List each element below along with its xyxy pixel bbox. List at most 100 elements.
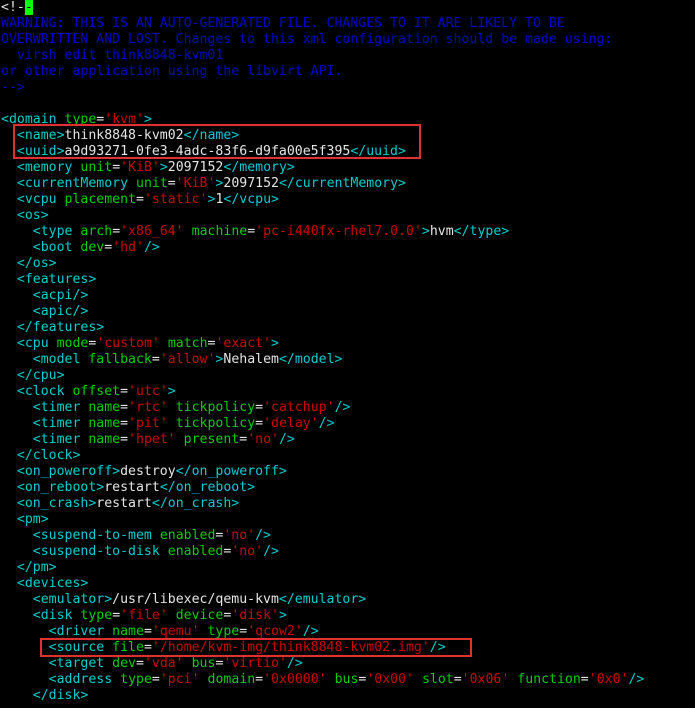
punctuation-token: = bbox=[143, 640, 152, 655]
xml-text-token: a9d93271-0fe3-4adc-83f6-d9fa00e5f395 bbox=[64, 144, 351, 159]
comment-token: or other application using the libvirt A… bbox=[1, 64, 343, 79]
code-line[interactable] bbox=[0, 96, 695, 112]
xml-tag-token: <suspend-to-mem bbox=[32, 528, 152, 543]
xml-attribute-name-token: slot bbox=[421, 672, 454, 687]
punctuation-token: = bbox=[255, 416, 264, 431]
code-line[interactable]: <boot dev='hd'/> bbox=[0, 240, 695, 256]
xml-code-area[interactable]: <!-- WARNING: THIS IS AN AUTO-GENERATED F… bbox=[0, 0, 695, 704]
code-line[interactable]: <emulator>/usr/libexec/qemu-kvm</emulato… bbox=[0, 592, 695, 608]
code-line[interactable]: <features> bbox=[0, 272, 695, 288]
code-line[interactable]: </disk> bbox=[0, 688, 695, 704]
code-line[interactable]: or other application using the libvirt A… bbox=[0, 64, 695, 80]
xml-attribute-value-token: 'pc-i440fx-rhel7.0.0' bbox=[255, 224, 422, 239]
code-line[interactable]: <target dev='vda' bus='virtio'/> bbox=[0, 656, 695, 672]
code-line[interactable]: </pm> bbox=[0, 560, 695, 576]
text-cursor[interactable]: - bbox=[24, 0, 34, 15]
code-line[interactable]: <on_reboot>restart</on_reboot> bbox=[0, 480, 695, 496]
code-line[interactable]: <suspend-to-disk enabled='no'/> bbox=[0, 544, 695, 560]
xml-text-token: 2097152 bbox=[223, 176, 279, 191]
code-line[interactable]: <timer name='rtc' tickpolicy='catchup'/> bbox=[0, 400, 695, 416]
code-line[interactable]: <uuid>a9d93271-0fe3-4adc-83f6-d9fa00e5f3… bbox=[0, 144, 695, 160]
xml-tag-token: <on_crash> bbox=[16, 496, 97, 511]
code-line[interactable]: <vcpu placement='static'>1</vcpu> bbox=[0, 192, 695, 208]
code-line[interactable]: <devices> bbox=[0, 576, 695, 592]
punctuation-token bbox=[49, 336, 57, 351]
code-line[interactable]: <timer name='hpet' present='no'/> bbox=[0, 432, 695, 448]
code-line[interactable]: <source file='/home/kvm-img/think8848-kv… bbox=[0, 640, 695, 656]
punctuation-token bbox=[1, 400, 33, 415]
punctuation-token bbox=[1, 640, 49, 655]
punctuation-token bbox=[168, 416, 176, 431]
code-line[interactable]: <cpu mode='custom' match='exact'> bbox=[0, 336, 695, 352]
xml-tag-token: </features> bbox=[16, 320, 105, 335]
punctuation-token bbox=[57, 112, 65, 127]
xml-tag-token: <emulator> bbox=[32, 592, 113, 607]
code-line[interactable]: <on_poweroff>destroy</on_poweroff> bbox=[0, 464, 695, 480]
xml-attribute-value-token: 'file' bbox=[120, 608, 168, 623]
xml-attribute-name-token: function bbox=[517, 672, 581, 687]
code-line[interactable]: <memory unit='KiB'>2097152</memory> bbox=[0, 160, 695, 176]
terminal-window[interactable]: <!-- WARNING: THIS IS AN AUTO-GENERATED F… bbox=[0, 0, 695, 708]
code-line[interactable]: <!-- bbox=[0, 0, 695, 16]
xml-attribute-value-token: 'no' bbox=[223, 528, 256, 543]
xml-attribute-value-token: 'no' bbox=[231, 544, 264, 559]
code-line[interactable]: <pm> bbox=[0, 512, 695, 528]
code-line[interactable]: <address type='pci' domain='0x0000' bus=… bbox=[0, 672, 695, 688]
comment-token: OVERWRITTEN AND LOST. Changes to this xm… bbox=[1, 32, 613, 47]
xml-attribute-value-token: '0x0000' bbox=[263, 672, 327, 687]
code-line[interactable]: virsh edit think8848-kvm01 bbox=[0, 48, 695, 64]
xml-attribute-name-token: unit bbox=[80, 160, 113, 175]
code-line[interactable]: <model fallback='allow'>Nehalem</model> bbox=[0, 352, 695, 368]
code-line[interactable]: </clock> bbox=[0, 448, 695, 464]
punctuation-token bbox=[1, 672, 49, 687]
xml-tag-token: <cpu bbox=[16, 336, 49, 351]
xml-attribute-value-token: 'rtc' bbox=[128, 400, 168, 415]
xml-text-token: 2097152 bbox=[167, 160, 224, 175]
xml-tag-token: </clock> bbox=[16, 448, 81, 463]
code-line[interactable]: <clock offset='utc'> bbox=[0, 384, 695, 400]
xml-tag-token: > bbox=[143, 112, 152, 127]
code-line[interactable]: OVERWRITTEN AND LOST. Changes to this xm… bbox=[0, 32, 695, 48]
xml-attribute-name-token: mode bbox=[56, 336, 89, 351]
xml-tag-token: /> bbox=[628, 672, 645, 687]
code-line[interactable]: </features> bbox=[0, 320, 695, 336]
xml-attribute-name-token: machine bbox=[191, 224, 248, 239]
xml-tag-token: <acpi/> bbox=[32, 288, 89, 303]
code-line[interactable]: <driver name='qemu' type='qcow2'/> bbox=[0, 624, 695, 640]
code-line[interactable]: </cpu> bbox=[0, 368, 695, 384]
code-line[interactable]: <timer name='pit' tickpolicy='delay'/> bbox=[0, 416, 695, 432]
code-line[interactable]: <apic/> bbox=[0, 304, 695, 320]
punctuation-token bbox=[1, 688, 33, 703]
code-line[interactable]: WARNING: THIS IS AN AUTO-GENERATED FILE.… bbox=[0, 16, 695, 32]
xml-attribute-name-token: enabled bbox=[167, 544, 224, 559]
punctuation-token bbox=[1, 320, 17, 335]
xml-tag-token: </on_poweroff> bbox=[175, 464, 287, 479]
code-line[interactable]: --> bbox=[0, 80, 695, 96]
code-line[interactable]: <os> bbox=[0, 208, 695, 224]
punctuation-token bbox=[1, 272, 17, 287]
punctuation-token bbox=[1, 416, 33, 431]
code-line[interactable]: <acpi/> bbox=[0, 288, 695, 304]
xml-tag-token: <name> bbox=[16, 128, 65, 143]
punctuation-token: = bbox=[167, 176, 176, 191]
xml-attribute-value-token: 'static' bbox=[143, 192, 208, 207]
xml-attribute-name-token: fallback bbox=[88, 352, 152, 367]
code-line[interactable]: <type arch='x86_64' machine='pc-i440fx-r… bbox=[0, 224, 695, 240]
punctuation-token: = bbox=[255, 400, 264, 415]
xml-text-token: restart bbox=[96, 496, 152, 511]
xml-attribute-value-token: 'x86_64' bbox=[120, 224, 184, 239]
xml-text-token: destroy bbox=[120, 464, 176, 479]
code-line[interactable]: <on_crash>restart</on_crash> bbox=[0, 496, 695, 512]
code-line[interactable]: </os> bbox=[0, 256, 695, 272]
code-line[interactable]: <disk type='file' device='disk'> bbox=[0, 608, 695, 624]
xml-tag-token: <on_poweroff> bbox=[16, 464, 121, 479]
code-line[interactable]: <name>think8848-kvm02</name> bbox=[0, 128, 695, 144]
xml-tag-token: <domain bbox=[1, 112, 57, 127]
code-line[interactable]: <domain type='kvm'> bbox=[0, 112, 695, 128]
xml-tag-token: </uuid> bbox=[350, 144, 406, 159]
code-line[interactable]: <currentMemory unit='KiB'>2097152</curre… bbox=[0, 176, 695, 192]
xml-attribute-value-token: 'no' bbox=[247, 432, 279, 447]
xml-tag-token: <driver bbox=[48, 624, 105, 639]
xml-attribute-value-token: 'virtio' bbox=[223, 656, 287, 671]
code-line[interactable]: <suspend-to-mem enabled='no'/> bbox=[0, 528, 695, 544]
